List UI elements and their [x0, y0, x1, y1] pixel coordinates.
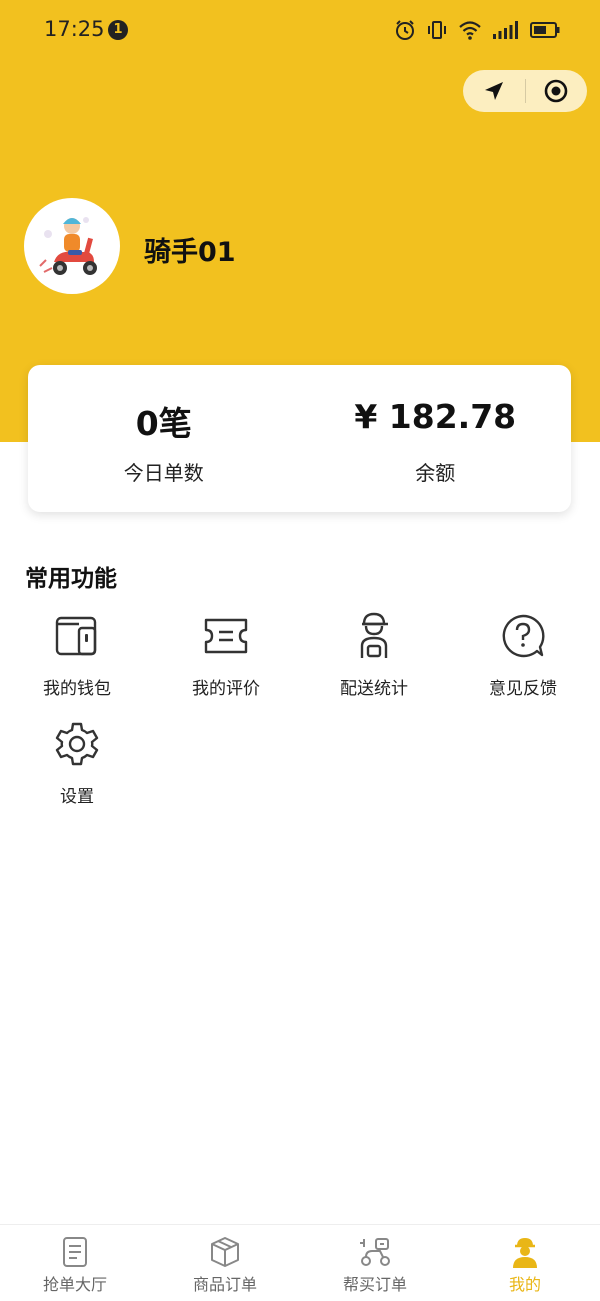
status-icons — [394, 18, 560, 42]
scooter-icon — [360, 1238, 390, 1266]
avatar[interactable] — [24, 198, 120, 294]
ticket-icon — [204, 618, 248, 654]
gear-icon — [55, 722, 99, 766]
function-item-feedback[interactable]: 意见反馈 — [448, 612, 598, 699]
wallet-icon — [55, 616, 97, 656]
nav-item-purchase-orders[interactable]: 帮买订单 — [300, 1225, 450, 1301]
target-icon — [544, 79, 568, 103]
battery-icon — [530, 22, 560, 38]
nav-label: 帮买订单 — [342, 1275, 407, 1294]
function-item-label: 意见反馈 — [489, 679, 557, 699]
nav-item-mine[interactable]: 我的 — [450, 1225, 600, 1301]
nav-item-product-orders[interactable]: 商品订单 — [150, 1225, 300, 1301]
rider-scooter-illustration — [39, 217, 97, 275]
function-item-label: 配送统计 — [340, 679, 408, 699]
alarm-icon — [396, 20, 414, 40]
today-orders-label: 今日单数 — [123, 461, 204, 485]
wifi-icon — [459, 21, 481, 40]
today-orders-value: 0笔 — [135, 404, 192, 443]
function-item-reviews[interactable]: 我的评价 — [151, 612, 301, 699]
function-item-settings[interactable]: 设置 — [2, 720, 152, 807]
notification-badge: 1 — [108, 20, 128, 40]
bottom-nav: 抢单大厅 商品订单 帮买订单 我的 — [0, 1224, 600, 1301]
function-item-label: 我的评价 — [192, 679, 260, 699]
rider-icon — [513, 1238, 537, 1268]
location-button[interactable] — [463, 70, 525, 112]
package-icon — [211, 1237, 239, 1267]
vibrate-icon — [428, 21, 446, 39]
balance-stat[interactable]: ¥ 182.78 余额 — [300, 365, 572, 512]
nav-label: 我的 — [508, 1275, 541, 1294]
balance-value: ¥ 182.78 — [354, 397, 517, 436]
status-time: 17:25 — [44, 17, 105, 41]
signal-icon — [493, 21, 518, 39]
navigation-arrow-icon — [484, 82, 503, 100]
function-item-delivery-stats[interactable]: 配送统计 — [299, 612, 449, 699]
document-icon — [63, 1237, 87, 1267]
top-action-capsule — [463, 70, 587, 112]
function-item-label: 我的钱包 — [43, 679, 111, 699]
status-bar: 17:25 1 — [0, 0, 600, 60]
nav-label: 商品订单 — [192, 1275, 257, 1294]
today-orders-stat[interactable]: 0笔 今日单数 — [28, 365, 300, 512]
function-item-label: 设置 — [60, 787, 94, 807]
nav-label: 抢单大厅 — [42, 1275, 107, 1294]
stats-card: 0笔 今日单数 ¥ 182.78 余额 — [28, 365, 571, 512]
target-button[interactable] — [525, 70, 587, 112]
courier-icon — [360, 612, 388, 658]
question-icon — [502, 614, 545, 658]
rider-name: 骑手01 — [144, 237, 236, 268]
nav-item-order-hall[interactable]: 抢单大厅 — [0, 1225, 150, 1301]
function-item-wallet[interactable]: 我的钱包 — [2, 612, 152, 699]
balance-label: 余额 — [415, 461, 456, 485]
section-title: 常用功能 — [25, 566, 117, 592]
